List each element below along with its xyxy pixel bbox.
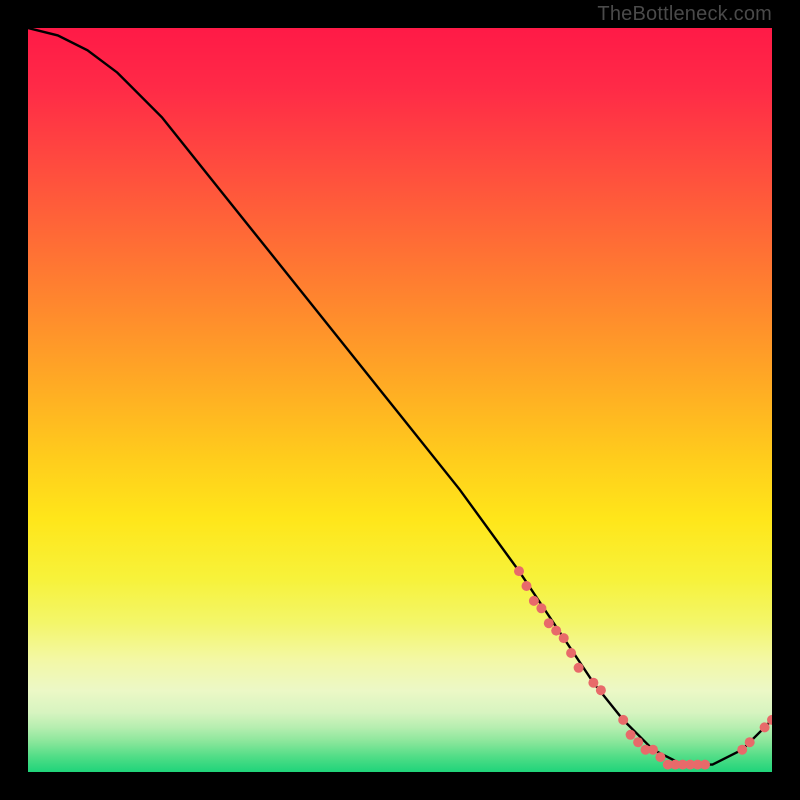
marker-cluster-left (536, 603, 546, 613)
marker-flat-bottom (655, 752, 665, 762)
bottleneck-curve (28, 28, 772, 765)
marker-flat-bottom (618, 715, 628, 725)
marker-cluster-left (566, 648, 576, 658)
marker-flat-bottom (633, 737, 643, 747)
chart-stage: TheBottleneck.com (0, 0, 800, 800)
marker-cluster-left (588, 678, 598, 688)
marker-cluster-right (745, 737, 755, 747)
marker-cluster-left (544, 618, 554, 628)
marker-cluster-left (559, 633, 569, 643)
marker-cluster-left (574, 663, 584, 673)
marker-cluster-right (760, 722, 770, 732)
plot-area (28, 28, 772, 772)
marker-cluster-left (514, 566, 524, 576)
marker-flat-bottom (700, 760, 710, 770)
marker-flat-bottom (626, 730, 636, 740)
marker-cluster-left (596, 685, 606, 695)
marker-flat-bottom (648, 745, 658, 755)
marker-cluster-left (551, 626, 561, 636)
marker-cluster-left (522, 581, 532, 591)
marker-cluster-left (529, 596, 539, 606)
watermark-text: TheBottleneck.com (597, 2, 772, 26)
curve-layer (28, 28, 772, 772)
marker-cluster-right (737, 745, 747, 755)
